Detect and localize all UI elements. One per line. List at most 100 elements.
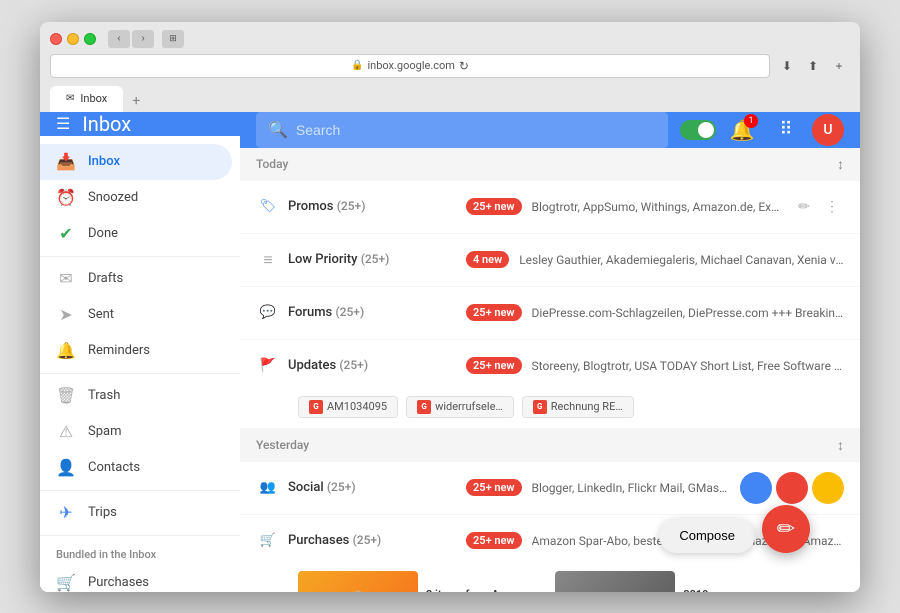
purchases-icon: 🛒 [56, 573, 76, 592]
promos-actions: ✏ ⋮ [792, 195, 844, 219]
tab-bar: ✉ Inbox + [50, 84, 850, 112]
done-icon: ✔ [56, 224, 76, 244]
product-title-2: 3219… [683, 588, 716, 592]
avatar-3 [812, 472, 844, 504]
forward-button[interactable]: › [132, 30, 154, 48]
sidebar-item-label: Sent [88, 307, 114, 322]
inbox-icon: 📥 [56, 152, 76, 172]
updates-attachments: G AM1034095 G widerrufsele… G Rechnung R… [240, 392, 860, 428]
email-social[interactable]: 👥 Social (25+) 25+ new Blogger, LinkedIn… [240, 462, 860, 514]
compose-button[interactable]: ✏ [762, 505, 810, 553]
email-sender-promos: 🏷 Promos (25+) [256, 195, 456, 219]
sidebar-item-label: Spam [88, 424, 122, 439]
browser-chrome: ‹ › ⊞ 🔒 inbox.google.com ↻ ⬇ ⬆ + ✉ Inbox… [40, 22, 860, 112]
social-preview: Blogger, LinkedIn, Flickr Mail, GMass (v… [532, 481, 730, 495]
email-sender-updates: 🚩 Updates (25+) [256, 354, 456, 378]
sidebar-item-reminders[interactable]: 🔔 Reminders [40, 333, 232, 369]
gmail-icon-3: G [533, 400, 547, 414]
forums-preview: DiePresse.com-Schlagzeilen, DiePresse.co… [532, 306, 844, 320]
reminders-icon: 🔔 [56, 341, 76, 361]
email-low-priority[interactable]: ≡ Low Priority (25+) 4 new Lesley Gauthi… [240, 234, 860, 286]
hamburger-icon[interactable]: ☰ [56, 114, 70, 133]
lowpriority-preview: Lesley Gauthier, Akademiegaleris, Michae… [519, 253, 844, 267]
search-container: 🔍 [256, 112, 668, 148]
product-card-2[interactable]: 🔵 SHIPPED [555, 571, 675, 592]
view-toggle-button[interactable]: ⊞ [162, 30, 184, 48]
section-yesterday: Yesterday ↕ [240, 429, 860, 462]
search-bar: 🔍 🔔 1 ⠿ U [240, 112, 860, 148]
tab-title: Inbox [80, 92, 107, 105]
active-tab[interactable]: ✉ Inbox [50, 86, 123, 112]
sidebar-item-inbox[interactable]: 📥 Inbox [40, 144, 232, 180]
product-info-2: 3219… Expe… VIEW [683, 571, 716, 592]
email-sender-forums: 💬 Forums (25+) [256, 301, 456, 325]
sidebar-item-label: Drafts [88, 271, 123, 286]
sidebar-item-sent[interactable]: ➤ Sent [40, 297, 232, 333]
purchases-name: Purchases (25+) [288, 533, 381, 548]
lowpriority-icon: ≡ [256, 248, 280, 272]
forums-icon: 💬 [256, 301, 280, 325]
avatar-1 [740, 472, 772, 504]
updates-name: Updates (25+) [288, 358, 368, 373]
attachment-label-2: widerrufsele… [435, 400, 503, 413]
sidebar-item-spam[interactable]: ⚠ Spam [40, 414, 232, 450]
apps-button[interactable]: ⠿ [768, 112, 804, 148]
sidebar-item-label: Trips [88, 505, 117, 520]
compose-label-button[interactable]: Compose [659, 518, 755, 553]
forums-new-badge: 25+ new [466, 304, 522, 321]
url-text: inbox.google.com [367, 59, 454, 72]
email-forums[interactable]: 💬 Forums (25+) 25+ new DiePresse.com-Sch… [240, 287, 860, 339]
section-today: Today ↕ [240, 148, 860, 181]
section-yesterday-sort-icon[interactable]: ↕ [837, 437, 844, 454]
back-button[interactable]: ‹ [108, 30, 130, 48]
product-title-1: 2 items from Amazon [426, 588, 547, 592]
contacts-icon: 👤 [56, 458, 76, 478]
close-button[interactable] [50, 33, 62, 45]
sidebar-item-snoozed[interactable]: ⏰ Snoozed [40, 180, 232, 216]
trash-icon: 🗑 [56, 386, 76, 406]
purchases-category-icon: 🛒 [256, 529, 280, 553]
section-today-sort-icon[interactable]: ↕ [837, 156, 844, 173]
gmail-icon-2: G [417, 400, 431, 414]
lock-icon: 🔒 [351, 60, 363, 71]
download-icon[interactable]: ⬇ [776, 55, 798, 77]
toggle-button[interactable] [680, 120, 716, 140]
more-icon[interactable]: ⋮ [820, 195, 844, 219]
sidebar-item-done[interactable]: ✔ Done [40, 216, 232, 252]
attachment-1[interactable]: G AM1034095 [298, 396, 398, 418]
sidebar-item-drafts[interactable]: ✉ Drafts [40, 261, 232, 297]
email-updates[interactable]: 🚩 Updates (25+) 25+ new Storeeny, Blogtr… [240, 340, 860, 428]
sidebar-item-trips[interactable]: ✈ Trips [40, 495, 232, 531]
browser-window: ‹ › ⊞ 🔒 inbox.google.com ↻ ⬇ ⬆ + ✉ Inbox… [40, 22, 860, 592]
product-card-1[interactable]: 📦 SHIPPED [298, 571, 418, 592]
sidebar-item-label: Contacts [88, 460, 140, 475]
notifications-button[interactable]: 🔔 1 [724, 112, 760, 148]
maximize-button[interactable] [84, 33, 96, 45]
forums-name: Forums (25+) [288, 305, 364, 320]
new-tab-button[interactable]: + [125, 90, 147, 112]
product-image-1: 📦 [298, 571, 418, 592]
lowpriority-name: Low Priority (25+) [288, 252, 389, 267]
spam-icon: ⚠ [56, 422, 76, 442]
lowpriority-new-badge: 4 new [466, 251, 509, 268]
share-icon[interactable]: ⬆ [802, 55, 824, 77]
refresh-button[interactable]: ↻ [459, 59, 469, 73]
edit-icon[interactable]: ✏ [792, 195, 816, 219]
avatar[interactable]: U [812, 114, 844, 146]
attachment-2[interactable]: G widerrufsele… [406, 396, 514, 418]
new-tab-icon[interactable]: + [828, 55, 850, 77]
minimize-button[interactable] [67, 33, 79, 45]
toggle-knob [698, 122, 714, 138]
email-promos[interactable]: 🏷 Promos (25+) 25+ new Blogtrotr, AppSum… [240, 181, 860, 233]
promos-preview: Blogtrotr, AppSumo, Withings, Amazon.de,… [532, 200, 782, 214]
sidebar-item-trash[interactable]: 🗑 Trash [40, 378, 232, 414]
sidebar-item-purchases[interactable]: 🛒 Purchases [40, 565, 232, 592]
traffic-lights [50, 33, 96, 45]
sidebar-item-contacts[interactable]: 👤 Contacts [40, 450, 232, 486]
updates-new-badge: 25+ new [466, 357, 522, 374]
product-image-2: 🔵 [555, 571, 675, 592]
attachment-3[interactable]: G Rechnung RE… [522, 396, 634, 418]
address-bar[interactable]: 🔒 inbox.google.com ↻ [50, 54, 770, 78]
sidebar-item-label: Trash [88, 388, 120, 403]
search-input[interactable] [296, 122, 656, 138]
